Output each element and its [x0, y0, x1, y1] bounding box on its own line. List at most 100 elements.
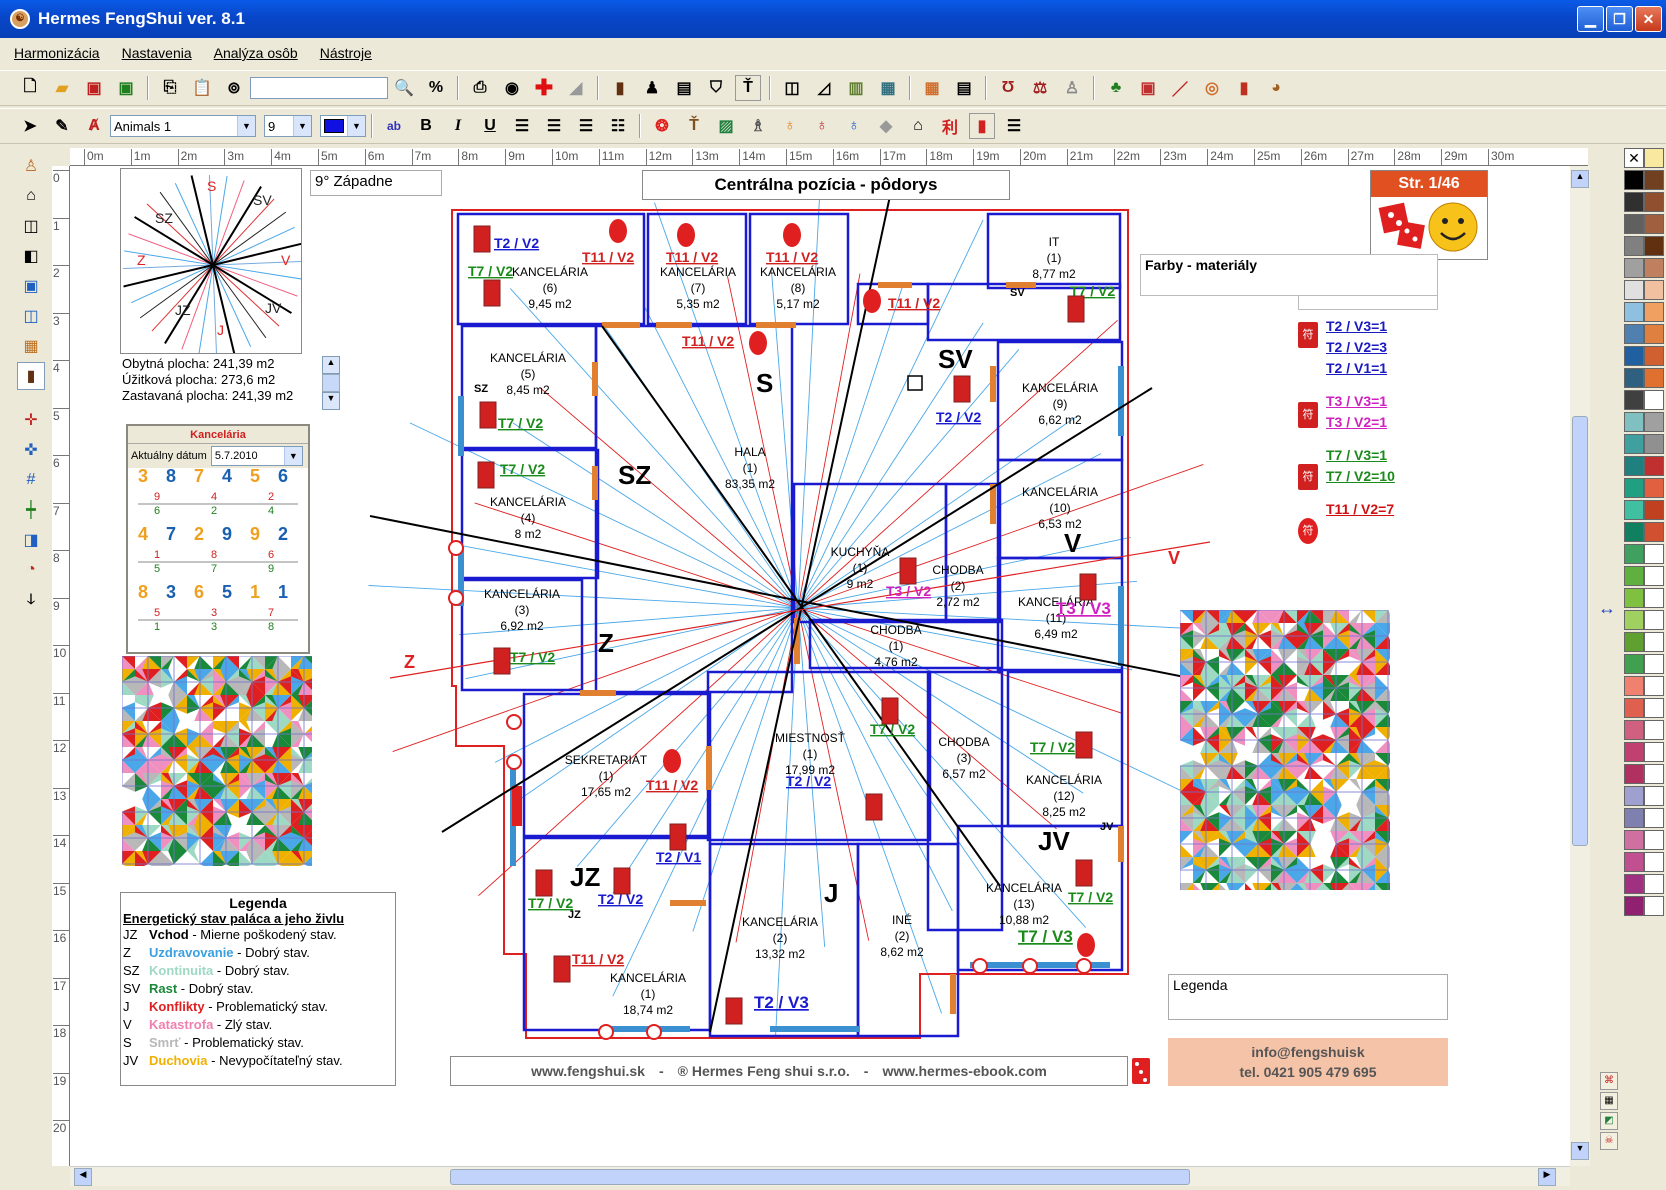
text-style-icon[interactable]: ab [381, 113, 407, 139]
align-right-icon[interactable]: ☰ [573, 113, 599, 139]
color-swatch[interactable] [1644, 170, 1664, 190]
color-swatch[interactable] [1624, 390, 1644, 410]
scroll-right-icon[interactable]: ▶ [1538, 1168, 1556, 1186]
save-as-icon[interactable]: ▣ [113, 75, 139, 101]
color-swatch[interactable] [1644, 852, 1664, 872]
color-swatch[interactable] [1644, 742, 1664, 762]
grid-small-icon[interactable]: ▦ [1600, 1092, 1618, 1110]
layout-icon[interactable]: ◫ [779, 75, 805, 101]
gourd-orange-icon[interactable]: ♁ [777, 113, 803, 139]
italic-button[interactable]: I [445, 113, 471, 139]
color-swatch[interactable] [1644, 698, 1664, 718]
money-icon[interactable]: ▤ [671, 75, 697, 101]
color-swatch[interactable] [1624, 522, 1644, 542]
color-swatch[interactable] [1644, 434, 1664, 454]
scroll-up-icon[interactable]: ▲ [322, 356, 340, 374]
color-swatch[interactable] [1624, 324, 1644, 344]
color-swatch[interactable] [1624, 258, 1644, 278]
color-swatch[interactable] [1624, 368, 1644, 388]
color-swatch[interactable] [1644, 676, 1664, 696]
color-swatch[interactable] [1644, 808, 1664, 828]
color-swatch[interactable] [1624, 852, 1644, 872]
color-swatch[interactable] [1644, 302, 1664, 322]
new-file-icon[interactable]: 🗋 [17, 75, 43, 101]
compare-icon[interactable]: ◨ [17, 526, 45, 554]
house-icon[interactable]: ⌂ [17, 182, 45, 210]
measure-icon[interactable]: ┿ [17, 496, 45, 524]
color-swatch[interactable] [1644, 896, 1664, 916]
align-left-icon[interactable]: ☰ [509, 113, 535, 139]
no-color-swatch[interactable]: ✕ [1624, 148, 1644, 168]
color-swatch[interactable] [1644, 786, 1664, 806]
brick-icon[interactable]: ▦ [17, 332, 45, 360]
cross-point-icon[interactable]: ✛ [17, 406, 45, 434]
font-select[interactable]: Animals 1 ▼ [110, 115, 256, 137]
color-swatch[interactable] [1624, 170, 1644, 190]
footer-web2[interactable]: www.hermes-ebook.com [882, 1063, 1046, 1079]
table-icon[interactable]: ▤ [951, 75, 977, 101]
color-swatch[interactable] [1644, 720, 1664, 740]
color-swatch[interactable] [1624, 874, 1644, 894]
color-swatch[interactable] [1624, 764, 1644, 784]
percent-icon[interactable]: % [423, 75, 449, 101]
scroll-thumb[interactable] [322, 374, 340, 392]
binoculars-icon[interactable]: ⊚ [221, 75, 247, 101]
cross-dashed-icon[interactable]: ✜ [17, 436, 45, 464]
minimize-button[interactable]: ▁ [1577, 6, 1604, 32]
clover-icon[interactable]: ♣ [1103, 75, 1129, 101]
figure-icon[interactable]: ♟ [639, 75, 665, 101]
zoom-tool-icon[interactable]: ⌘ [1600, 1072, 1618, 1090]
window-icon[interactable]: ◫ [17, 302, 45, 330]
color-swatch[interactable] [1624, 786, 1644, 806]
buddha-icon[interactable]: ♗ [745, 113, 771, 139]
contact-email[interactable]: info@fengshuisk [1168, 1042, 1448, 1062]
print-icon[interactable]: ⎙ [467, 75, 493, 101]
building-icon[interactable]: ▥ [843, 75, 869, 101]
gourd-red-icon[interactable]: ♁ [809, 113, 835, 139]
color-swatch[interactable] [1644, 412, 1664, 432]
pointer-icon[interactable]: ➤ [17, 113, 43, 139]
paste-icon[interactable]: 📋 [189, 75, 215, 101]
pin-icon[interactable]: Ť [735, 75, 761, 101]
door-icon[interactable]: ◫ [17, 212, 45, 240]
chart-icon[interactable]: ◢ [563, 75, 589, 101]
color-swatch[interactable] [1624, 830, 1644, 850]
brush-icon[interactable]: ／ [1167, 75, 1193, 101]
vscroll-thumb[interactable] [1572, 416, 1588, 846]
preview-eye-icon[interactable]: ◉ [499, 75, 525, 101]
color-swatch[interactable] [1644, 830, 1664, 850]
color-swatch[interactable] [1624, 896, 1644, 916]
direction-box[interactable]: 9° Západne [310, 170, 442, 196]
layers-icon[interactable]: ◩ [1600, 1112, 1618, 1130]
underline-button[interactable]: U [477, 113, 503, 139]
font-size-select[interactable]: 9 ▼ [264, 115, 312, 137]
color-swatch[interactable] [1624, 654, 1644, 674]
zoom-icon[interactable]: 🔍 [391, 75, 417, 101]
picture-icon[interactable]: ▨ [713, 113, 739, 139]
add-cross-icon[interactable]: ✚ [531, 75, 557, 101]
copy-icon[interactable]: ⎘ [157, 75, 183, 101]
maximize-button[interactable]: ❐ [1606, 6, 1633, 32]
color-swatch[interactable] [1644, 874, 1664, 894]
color-swatch[interactable] [1644, 478, 1664, 498]
page-badge[interactable]: Str. 1/46 [1370, 170, 1488, 260]
drawing-canvas[interactable]: KANCELÁRIA (6) 9,45 m2 KANCELÁRIA (7) 5,35 m2… [70, 166, 1576, 1166]
book-red-icon[interactable]: ▮ [1231, 75, 1257, 101]
resize-arrow-icon[interactable]: ↔ [1598, 598, 1616, 619]
clock-icon[interactable]: ◔ [17, 556, 45, 584]
color-swatch[interactable] [1624, 478, 1644, 498]
area-scroll[interactable]: ▲ ▼ [322, 356, 340, 414]
color-swatch[interactable] [1644, 632, 1664, 652]
color-swatch[interactable] [1624, 214, 1644, 234]
color-swatch[interactable] [1624, 632, 1644, 652]
color-swatch[interactable] [1644, 522, 1664, 542]
dropper-icon[interactable]: ↆ [17, 586, 45, 614]
footer-web1[interactable]: www.fengshui.sk [531, 1063, 645, 1079]
align-center-icon[interactable]: ☰ [541, 113, 567, 139]
lamp-icon[interactable]: Ť [681, 113, 707, 139]
color-swatch[interactable] [1624, 698, 1644, 718]
line-icon[interactable]: ☰ [1001, 113, 1027, 139]
color-swatch[interactable] [1624, 346, 1644, 366]
color-swatch[interactable] [1644, 148, 1664, 168]
horseshoe-icon[interactable]: Ʊ [995, 75, 1021, 101]
